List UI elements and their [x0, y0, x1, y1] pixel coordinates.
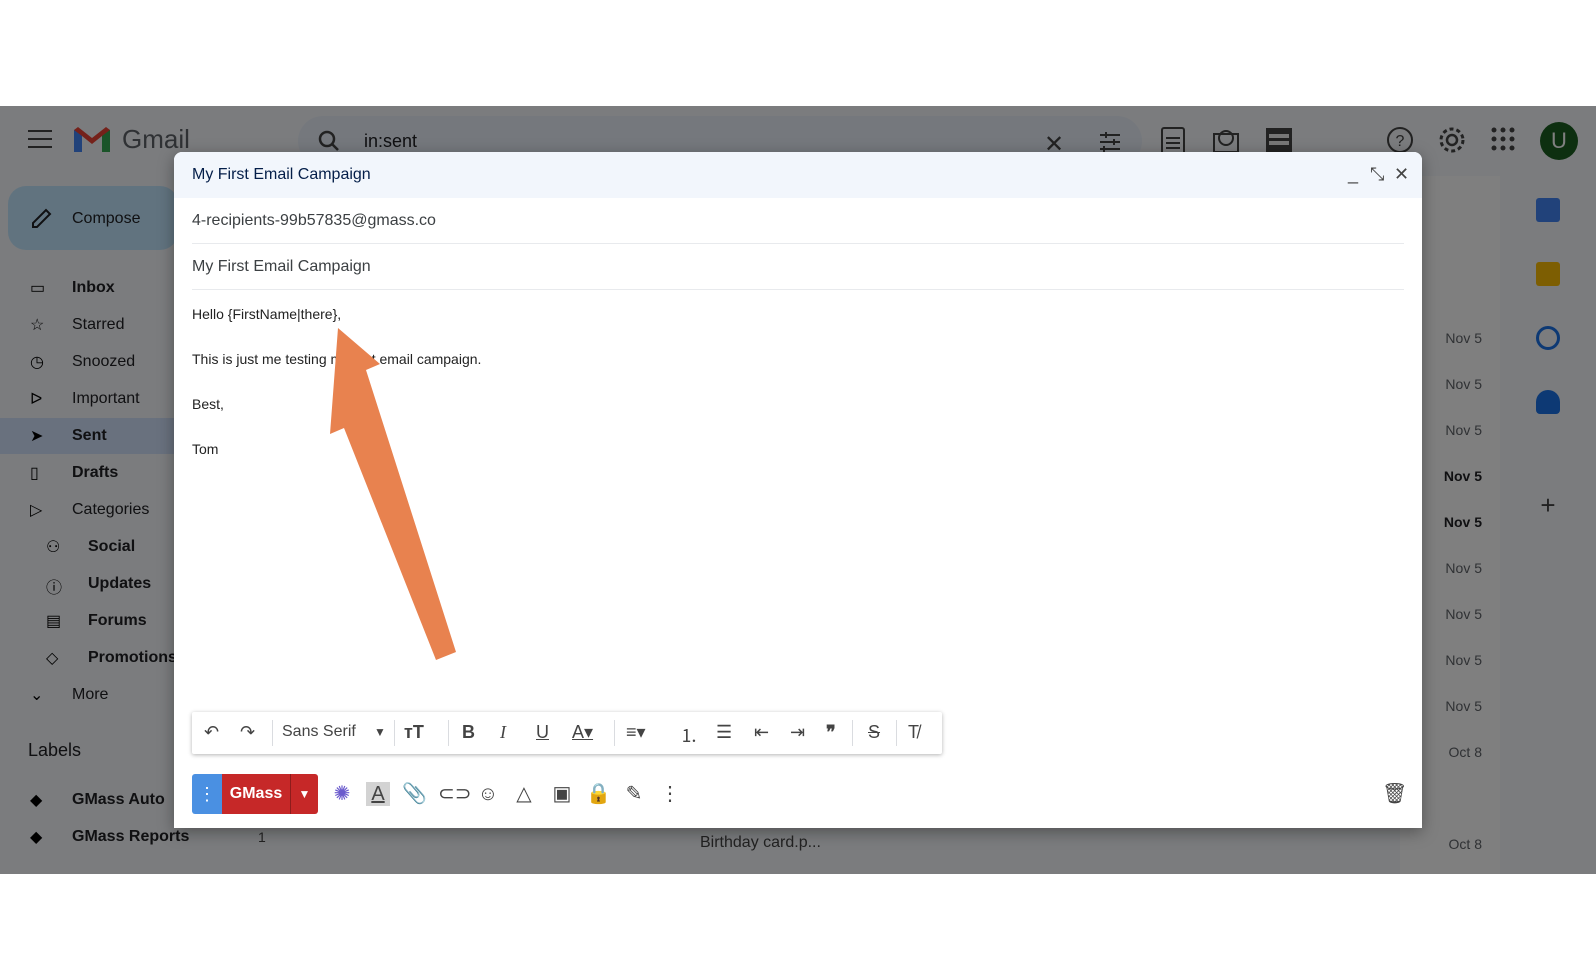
body-line-signature[interactable]: Tom [192, 441, 218, 457]
divider [614, 720, 615, 746]
close-icon[interactable]: ✕ [1394, 164, 1409, 185]
text-color-icon[interactable]: A▾ [572, 722, 593, 744]
bulleted-list-icon[interactable]: ☰ [716, 722, 732, 744]
signature-icon[interactable]: ✎ [622, 782, 646, 806]
body-line-greeting[interactable]: Hello {FirstName|there}, [192, 306, 341, 322]
image-icon[interactable]: ▣ [550, 782, 574, 806]
to-field[interactable]: 4-recipients-99b57835@gmass.co [192, 198, 1404, 244]
numbered-list-icon[interactable]: ⒈ [680, 722, 698, 746]
compose-dialog: My First Email Campaign _ ⤡ ✕ 4-recipien… [174, 152, 1422, 828]
strikethrough-icon[interactable]: S [868, 722, 880, 744]
bold-icon[interactable]: B [462, 722, 475, 744]
align-icon[interactable]: ≡▾ [626, 722, 646, 744]
formatting-toggle-icon[interactable]: A [366, 782, 390, 806]
minimize-icon[interactable]: _ [1348, 164, 1358, 185]
discard-draft-icon[interactable]: 🗑 [1382, 782, 1407, 806]
confidential-mode-icon[interactable]: 🔒 [586, 782, 611, 806]
divider [896, 720, 897, 746]
more-send-options-button[interactable]: ⋮ [192, 774, 222, 814]
compose-bottom-bar: ⋮ GMass ▼ ✺ A 📎 ⊂⊃ ☺ △ ▣ 🔒 ✎ ⋮ 🗑 [174, 770, 1422, 820]
remove-formatting-icon[interactable]: T̸ [908, 722, 919, 744]
to-value[interactable]: 4-recipients-99b57835@gmass.co [192, 212, 436, 230]
redo-icon[interactable]: ↷ [240, 722, 255, 744]
indent-less-icon[interactable]: ⇤ [754, 722, 769, 744]
link-icon[interactable]: ⊂⊃ [438, 782, 472, 806]
gmass-send-button[interactable]: GMass [222, 774, 290, 814]
attach-icon[interactable]: 📎 [402, 782, 427, 806]
subject-value[interactable]: My First Email Campaign [192, 258, 371, 276]
underline-icon[interactable]: U [536, 722, 549, 744]
divider [852, 720, 853, 746]
subject-field[interactable]: My First Email Campaign [192, 244, 1404, 290]
compose-title: My First Email Campaign [192, 166, 371, 183]
gmail-window: Gmail in:sent ✕ ? U Compose ▭Inbox ☆Star… [0, 106, 1596, 874]
font-family-select[interactable]: Sans Serif [282, 723, 356, 745]
exit-fullscreen-icon[interactable]: ⤡ [1370, 164, 1384, 185]
divider [272, 720, 273, 746]
formatting-toolbar: ↶ ↷ Sans Serif ▼ тT B I U A▾ ≡▾ ⒈ ☰ ⇤ ⇥ … [192, 712, 942, 754]
font-size-icon[interactable]: тT [404, 722, 424, 744]
more-options-icon[interactable]: ⋮ [658, 782, 682, 806]
italic-icon[interactable]: I [500, 722, 506, 744]
compose-header: My First Email Campaign _ ⤡ ✕ [174, 152, 1422, 198]
gmass-settings-dropdown[interactable]: ▼ [290, 774, 318, 814]
ai-sparkle-icon[interactable]: ✺ [330, 782, 354, 806]
divider [448, 720, 449, 746]
body-line-message[interactable]: This is just me testing my first email c… [192, 351, 481, 367]
undo-icon[interactable]: ↶ [204, 722, 219, 744]
body-line-closing[interactable]: Best, [192, 396, 224, 412]
indent-more-icon[interactable]: ⇥ [790, 722, 805, 744]
quote-icon[interactable]: ❞ [826, 722, 836, 744]
divider [394, 720, 395, 746]
drive-icon[interactable]: △ [512, 782, 536, 806]
emoji-icon[interactable]: ☺ [476, 782, 500, 806]
chevron-down-icon[interactable]: ▼ [374, 725, 386, 747]
